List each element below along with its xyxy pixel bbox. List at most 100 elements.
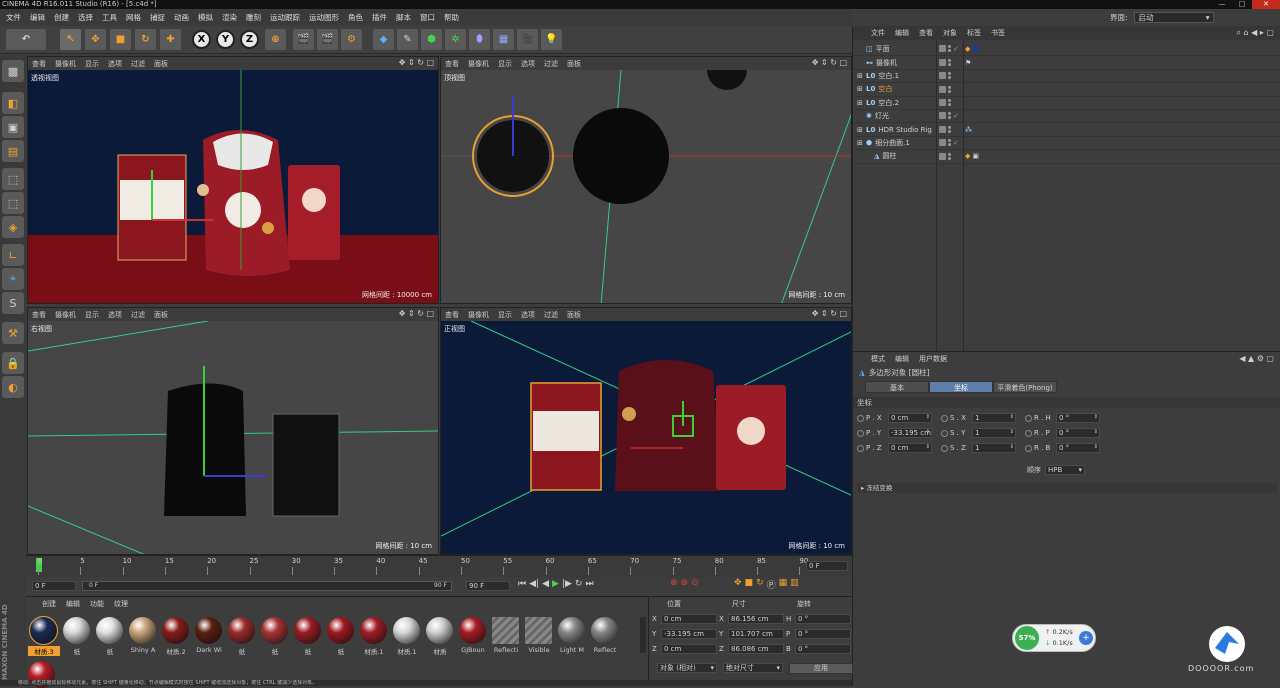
front-canvas[interactable] [441, 321, 851, 554]
menu-item[interactable]: 角色 [348, 12, 363, 23]
material-item[interactable]: Shiny A [127, 617, 157, 654]
keyframe-radio[interactable] [941, 429, 948, 437]
object-row[interactable]: ⊞ L0 HDR Studio Rig ⁂ [853, 123, 1280, 137]
material-scrollbar[interactable] [640, 617, 646, 653]
floor-button[interactable]: ▦ [493, 29, 514, 50]
edges-mode-button[interactable]: ⬚ [2, 192, 24, 214]
viewport-menu-item[interactable]: 选项 [521, 59, 535, 69]
material-menu-item[interactable]: 功能 [90, 599, 104, 609]
menu-item[interactable]: 选择 [78, 12, 93, 23]
top-canvas[interactable] [441, 70, 851, 303]
points-mode-button[interactable]: ⬚ [2, 168, 24, 190]
tab-0[interactable]: 基本 [865, 381, 929, 393]
coord-field[interactable]: -33.195 cm ⇕ [888, 428, 932, 438]
viewport-menu-item[interactable]: 选项 [108, 310, 122, 320]
menu-item[interactable]: 网格 [126, 12, 141, 23]
sculpt-button[interactable]: ⚒ [2, 322, 24, 344]
apply-button[interactable]: 应用 [789, 663, 853, 674]
light-button[interactable]: 💡 [541, 29, 562, 50]
object-row[interactable]: ◫ 平面 ✓ ◆ [853, 43, 1280, 57]
object-row[interactable]: ⊷ 摄像机 ⚑ [853, 56, 1280, 70]
viewport-right[interactable]: 查看 摄像机 显示 选项 过滤 面板 ✥ ⇕ ↻ □ 右视图 网格间距 : 10 cm [27, 307, 439, 555]
lock-workplane-button[interactable]: 🔒 [2, 352, 24, 374]
material-item[interactable]: 纸 [292, 617, 322, 656]
array-button[interactable]: ✲ [445, 29, 466, 50]
size-mode-dropdown[interactable]: 绝对尺寸 ▾ [723, 663, 783, 673]
viewport-menu-item[interactable]: 面板 [154, 310, 168, 320]
viewport-menu-item[interactable]: 摄像机 [55, 59, 76, 69]
viewport-menu-item[interactable]: 查看 [445, 59, 459, 69]
viewport-menu-item[interactable]: 过滤 [544, 310, 558, 320]
go-to-end-icon[interactable]: ⏭ [585, 579, 593, 589]
right-canvas[interactable] [28, 321, 438, 554]
rotation-order-dropdown[interactable]: HPB ▾ [1045, 465, 1085, 475]
viewport-menu-item[interactable]: 面板 [567, 310, 581, 320]
keyframe-selection-icon[interactable]: ⊙ [691, 578, 699, 588]
key-position-icon[interactable]: ✥ [734, 578, 742, 591]
viewport-menu-item[interactable]: 过滤 [131, 59, 145, 69]
object-menu-item[interactable]: 编辑 [895, 28, 909, 38]
x-axis-button[interactable]: X [192, 30, 211, 49]
attribute-nav-icons[interactable]: ◀ ▲ ⚙ ▢ [1239, 354, 1274, 363]
viewport-nav-icons[interactable]: ✥ ⇕ ↻ □ [812, 58, 847, 67]
menu-item[interactable]: 帮助 [444, 12, 459, 23]
viewport-menu-item[interactable]: 过滤 [544, 59, 558, 69]
material-item[interactable]: Reflect [589, 617, 619, 654]
polygons-mode-button[interactable]: ◈ [2, 216, 24, 238]
stepper-icon[interactable]: ⇕ [1010, 428, 1014, 436]
material-menu-item[interactable]: 编辑 [66, 599, 80, 609]
tweak-mode-button[interactable]: ⌖ [2, 268, 24, 290]
viewport-menu-item[interactable]: 摄像机 [468, 59, 489, 69]
menu-item[interactable]: 工具 [102, 12, 117, 23]
stepper-icon[interactable]: ⇕ [1094, 428, 1098, 436]
material-item[interactable]: 材质.1 [358, 617, 388, 656]
minimize-icon[interactable]: — [1212, 0, 1232, 9]
texture-mode-button[interactable]: ▣ [2, 116, 24, 138]
object-menu-item[interactable]: 文件 [871, 28, 885, 38]
viewport-front[interactable]: 查看 摄像机 显示 选项 过滤 面板 ✥ ⇕ ↻ □ 正视图 网格间距 : 10 cm [440, 307, 852, 555]
object-menu-item[interactable]: 标签 [967, 28, 981, 38]
stepper-icon[interactable]: ⇕ [1010, 443, 1014, 451]
material-item[interactable]: 纸 [325, 617, 355, 656]
coord-manager-field[interactable]: 86.156 cm [728, 613, 784, 624]
timeline-window-icon[interactable]: ▥ [790, 578, 799, 591]
visibility-dots-icon[interactable] [948, 99, 951, 107]
object-menu-item[interactable]: 对象 [943, 28, 957, 38]
material-item[interactable]: Dark Wi [193, 617, 223, 654]
menu-item[interactable]: 脚本 [396, 12, 411, 23]
coordinate-system-button[interactable]: ⊕ [265, 29, 286, 50]
menu-item[interactable]: 模拟 [198, 12, 213, 23]
layout-dropdown[interactable]: 启动 ▾ [1133, 12, 1214, 23]
freeze-transform-section[interactable]: ▸ 冻结变换 [857, 483, 1277, 493]
coord-manager-field[interactable]: 101.707 cm [728, 628, 784, 639]
last-tool-button[interactable]: ✚ [160, 29, 181, 50]
model-mode-button[interactable]: ◧ [2, 92, 24, 114]
object-row[interactable]: ◮ 圆柱 ◆ ▣ [853, 150, 1280, 164]
attribute-menu-item[interactable]: 用户数据 [919, 354, 947, 364]
viewport-menu-item[interactable]: 选项 [521, 310, 535, 320]
check-icon[interactable]: ✓ [953, 139, 959, 147]
material-item[interactable]: Light M [556, 617, 586, 654]
object-menu-item[interactable]: 查看 [919, 28, 933, 38]
plus-icon[interactable]: + [1079, 631, 1093, 645]
checker-tag-icon[interactable]: ▣ [972, 152, 979, 160]
next-frame-icon[interactable]: |▶ [562, 579, 572, 589]
object-row[interactable]: ⊞ ⬢ 细分曲面.1 ✓ [853, 137, 1280, 151]
keyframe-radio[interactable] [857, 414, 864, 422]
object-row[interactable]: ✺ 灯光 ✓ [853, 110, 1280, 124]
viewport-menu-item[interactable]: 查看 [445, 310, 459, 320]
axis-mode-button[interactable]: ∟ [2, 244, 24, 266]
null-tag-icon[interactable]: ⁂ [965, 126, 972, 134]
menu-item[interactable]: 渲染 [222, 12, 237, 23]
coord-manager-field[interactable]: -33.195 cm [661, 628, 717, 639]
viewport-menu-item[interactable]: 过滤 [131, 310, 145, 320]
material-menu-item[interactable]: 纹理 [114, 599, 128, 609]
go-to-start-icon[interactable]: ⏮ [518, 579, 526, 589]
material-item[interactable]: GJBoun [457, 617, 487, 654]
visibility-dots-icon[interactable] [948, 112, 951, 120]
snap-button[interactable]: S [2, 292, 24, 314]
object-menu-item[interactable]: 书签 [991, 28, 1005, 38]
key-rotation-icon[interactable]: ↻ [756, 578, 764, 591]
stepper-icon[interactable]: ⇕ [1094, 443, 1098, 451]
material-item[interactable]: 材质.2 [160, 617, 190, 656]
